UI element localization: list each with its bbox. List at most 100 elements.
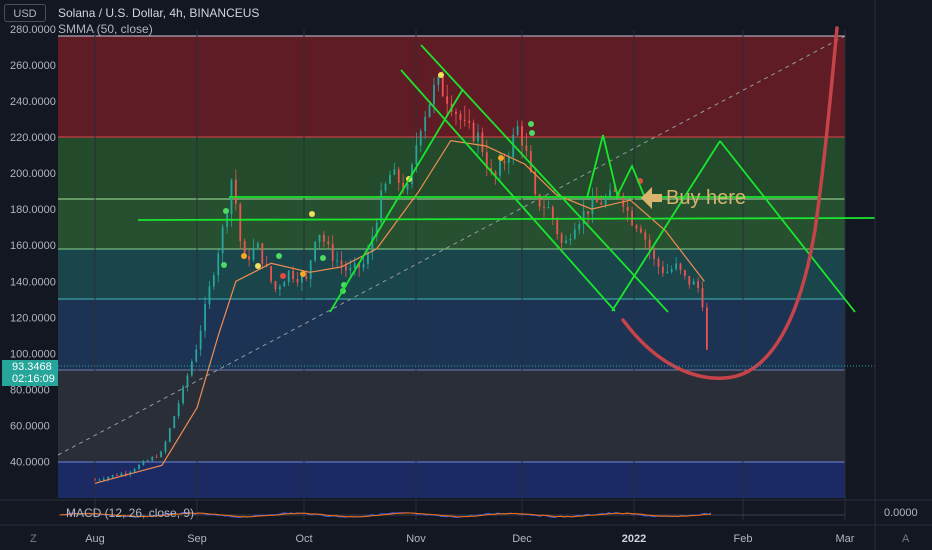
- candle-body: [252, 247, 255, 260]
- candle-body: [173, 416, 176, 429]
- price-tick-label: 180.0000: [10, 204, 56, 216]
- indicator-legend[interactable]: SMMA (50, close): [58, 22, 153, 36]
- candle-body: [261, 243, 264, 264]
- price-tick-label: 120.0000: [10, 312, 56, 324]
- signal-dot: [528, 121, 534, 127]
- candle-body: [217, 253, 220, 276]
- candle-body: [270, 266, 272, 282]
- candle-body: [204, 304, 206, 331]
- candle-body: [701, 287, 704, 308]
- price-tick-label: 140.0000: [10, 276, 56, 288]
- price-axis[interactable]: 280.0000 260.0000 240.0000 220.0000 200.0000…: [10, 24, 56, 469]
- candle-body: [362, 263, 365, 268]
- candle-body: [278, 286, 281, 290]
- candle-body: [556, 219, 559, 235]
- candle-body: [380, 190, 383, 223]
- candle-body: [604, 198, 607, 205]
- symbol-title[interactable]: Solana / U.S. Dollar, 4h, BINANCEUS: [58, 6, 259, 20]
- signal-dot: [300, 271, 306, 277]
- candle-body: [503, 160, 506, 163]
- candle-body: [441, 77, 444, 97]
- candle-body: [648, 239, 651, 251]
- candle-body: [124, 473, 127, 475]
- bottom-left-icon[interactable]: Z: [30, 533, 37, 545]
- candle-body: [551, 206, 554, 220]
- candle-body: [155, 457, 158, 458]
- candle-body: [446, 96, 449, 104]
- candle-body: [415, 145, 418, 165]
- candle-body: [626, 206, 629, 211]
- candle-body: [274, 281, 277, 290]
- candle-body: [160, 451, 162, 458]
- candle-body: [199, 330, 202, 350]
- macd-zero-label: 0.0000: [884, 507, 918, 519]
- candle-body: [107, 476, 110, 480]
- candle-body: [393, 169, 396, 175]
- candle-body: [318, 234, 321, 242]
- candle-body: [525, 145, 528, 151]
- zone-navy: [58, 462, 845, 498]
- time-tick-label: Mar: [836, 533, 855, 545]
- price-tick-label: 260.0000: [10, 60, 56, 72]
- price-tick-label: 200.0000: [10, 168, 56, 180]
- currency-badge[interactable]: USD: [4, 4, 46, 22]
- signal-dot: [221, 262, 227, 268]
- candle-body: [459, 114, 462, 120]
- candle-body: [573, 229, 576, 239]
- candle-body: [182, 386, 184, 404]
- macd-legend[interactable]: MACD (12, 26, close, 9): [66, 506, 194, 520]
- candle-body: [406, 183, 409, 190]
- price-tick-label: 160.0000: [10, 240, 56, 252]
- candle-body: [683, 270, 686, 276]
- candle-body: [94, 479, 96, 481]
- chart-canvas[interactable]: 280.0000 260.0000 240.0000 220.0000 200.0000…: [0, 0, 932, 550]
- candle-body: [138, 464, 140, 470]
- candle-body: [221, 226, 224, 254]
- candle-body: [516, 125, 519, 135]
- zone-teal: [58, 249, 845, 299]
- price-tick-label: 280.0000: [10, 24, 56, 36]
- candle-body: [177, 403, 180, 417]
- candle-body: [327, 241, 330, 244]
- candle-body: [419, 131, 422, 146]
- bottom-right-icon[interactable]: A: [902, 533, 910, 545]
- candle-body: [472, 122, 475, 142]
- candle-body: [102, 479, 105, 480]
- candle-body: [521, 125, 523, 146]
- buy-here-annotation[interactable]: Buy here: [666, 187, 746, 210]
- candle-body: [353, 263, 356, 268]
- zone-red: [58, 36, 845, 137]
- candle-body: [679, 263, 682, 271]
- candle-body: [239, 203, 242, 242]
- time-tick-label: Aug: [85, 533, 105, 545]
- signal-dot: [309, 211, 315, 217]
- candle-body: [507, 157, 510, 163]
- candle-body: [477, 132, 479, 142]
- zone-gray: [58, 370, 845, 462]
- candle-body: [389, 174, 391, 184]
- candle-body: [133, 469, 136, 472]
- candle-body: [323, 234, 325, 242]
- candle-body: [569, 238, 572, 241]
- candle-body: [463, 119, 466, 121]
- candle-body: [437, 77, 440, 85]
- candle-body: [287, 270, 290, 283]
- candle-body: [670, 269, 673, 272]
- candle-body: [336, 260, 339, 262]
- candle-body: [635, 225, 638, 229]
- candle-body: [639, 228, 642, 233]
- candle-body: [600, 202, 603, 205]
- last-price-badge: 93.3468 02:16:09: [2, 360, 58, 386]
- candle-body: [301, 276, 303, 283]
- candle-body: [613, 190, 616, 192]
- candle-body: [164, 441, 167, 452]
- signal-dot: [438, 72, 444, 78]
- candle-body: [98, 479, 101, 481]
- candle-body: [349, 267, 352, 271]
- last-price-value: 93.3468: [12, 361, 52, 373]
- price-tick-label: 80.0000: [10, 385, 50, 397]
- time-axis[interactable]: Aug Sep Oct Nov Dec 2022 Feb Mar: [85, 533, 855, 545]
- candle-body: [428, 104, 431, 117]
- candle-body: [234, 179, 237, 204]
- signal-dot: [320, 255, 326, 261]
